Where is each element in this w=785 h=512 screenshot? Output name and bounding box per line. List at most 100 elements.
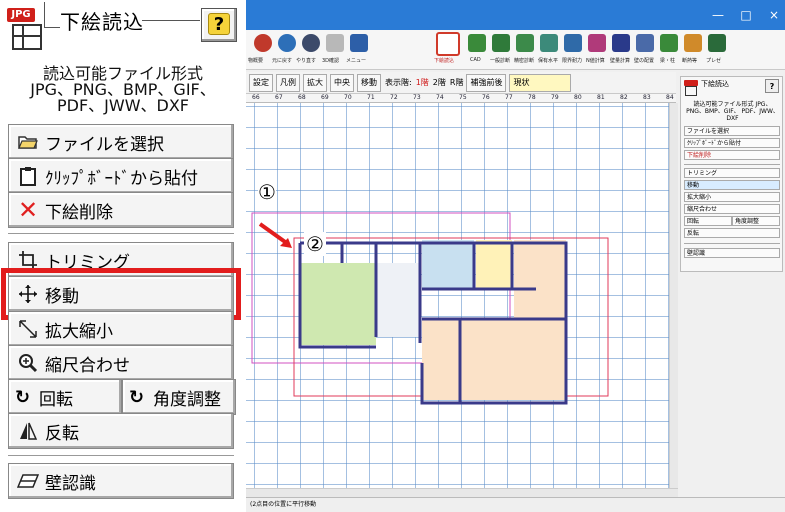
limit-strength-icon[interactable] bbox=[564, 34, 582, 52]
settings-button[interactable]: 設定 bbox=[249, 73, 273, 92]
insulation-icon[interactable] bbox=[684, 34, 702, 52]
ruler-tick-label: 83 bbox=[643, 94, 651, 101]
side-wall-recognition-button[interactable]: 壁認識 bbox=[684, 248, 780, 258]
status-button[interactable]: 現状 bbox=[509, 73, 572, 92]
horizontal-scrollbar[interactable] bbox=[246, 488, 678, 497]
floor2-radio[interactable]: 2階 bbox=[433, 77, 446, 88]
ruler-tick-label: 72 bbox=[390, 94, 398, 101]
side-scale-button[interactable]: 拡大縮小 bbox=[684, 192, 780, 202]
pointer-arrow-icon bbox=[258, 222, 292, 248]
maximize-button[interactable]: □ bbox=[736, 6, 756, 24]
n-value-icon[interactable] bbox=[588, 34, 606, 52]
image-icon bbox=[12, 24, 42, 50]
toolbar-label: 壁量計算 bbox=[610, 58, 631, 64]
delete-underlay-button[interactable]: ✕ 下絵削除 bbox=[8, 192, 234, 228]
toolbar-label: 3D確認 bbox=[322, 58, 340, 64]
ruler-tick-label: 81 bbox=[597, 94, 605, 101]
room-blue bbox=[422, 240, 474, 288]
zoom-button[interactable]: 拡大 bbox=[303, 73, 327, 92]
flip-label: 反転 bbox=[45, 423, 79, 444]
side-separator bbox=[684, 243, 780, 244]
resize-icon bbox=[17, 318, 39, 340]
underlay-load-icon[interactable] bbox=[436, 32, 460, 56]
angle-adjust-button[interactable]: ↻ 角度調整 bbox=[122, 379, 236, 415]
minimize-button[interactable]: — bbox=[708, 6, 728, 24]
toolbar-label: 一般診断 bbox=[490, 58, 511, 64]
toolbar-label: メニュー bbox=[346, 58, 367, 64]
legend-button[interactable]: 凡例 bbox=[276, 73, 300, 92]
horizontal-strength-icon[interactable] bbox=[540, 34, 558, 52]
wall-layout-icon[interactable] bbox=[636, 34, 654, 52]
side-delete-underlay-button[interactable]: 下絵削除 bbox=[684, 150, 780, 160]
rotate-button[interactable]: ↻ 回転 bbox=[8, 379, 122, 415]
side-paste-clipboard-button[interactable]: ｸﾘｯﾌﾟﾎﾞｰﾄﾞから貼付 bbox=[684, 138, 780, 148]
separator bbox=[8, 455, 234, 457]
flip-button[interactable]: 反転 bbox=[8, 413, 234, 449]
floor1-radio[interactable]: 1階 bbox=[416, 77, 429, 88]
close-button[interactable]: × bbox=[764, 6, 784, 24]
center-button[interactable]: 中央 bbox=[330, 73, 354, 92]
help-button[interactable]: ? bbox=[201, 8, 237, 42]
callout-two: ② bbox=[304, 232, 326, 256]
ruler-tick-label: 75 bbox=[459, 94, 467, 101]
scale-button[interactable]: 拡大縮小 bbox=[8, 311, 234, 347]
precise-diagnosis-icon[interactable] bbox=[516, 34, 534, 52]
toolbar-label: N値計算 bbox=[586, 58, 605, 64]
select-file-button[interactable]: ファイルを選択 bbox=[8, 124, 234, 160]
left-panel-zoom: JPG 下絵読込 ? 読込可能ファイル形式 JPG、PNG、BMP、GIF、 P… bbox=[0, 0, 246, 512]
panel-title-line bbox=[142, 20, 200, 21]
menu-icon[interactable] bbox=[350, 34, 368, 52]
ruler-tick-label: 71 bbox=[367, 94, 375, 101]
toolbar-label: 精密診断 bbox=[514, 58, 535, 64]
vertical-scrollbar[interactable] bbox=[669, 103, 678, 488]
scale-label: 拡大縮小 bbox=[45, 321, 113, 342]
pan-button[interactable]: 移動 bbox=[357, 73, 381, 92]
side-fit-scale-button[interactable]: 縮尺合わせ bbox=[684, 204, 780, 214]
toolbar-label: 断熱等 bbox=[682, 58, 698, 64]
ruler-tick-label: 69 bbox=[321, 94, 329, 101]
side-move-button[interactable]: 移動 bbox=[684, 180, 780, 190]
jpg-badge-icon: JPG bbox=[7, 8, 35, 22]
general-diagnosis-icon[interactable] bbox=[492, 34, 510, 52]
wall-recognition-button[interactable]: 壁認識 bbox=[8, 463, 234, 499]
wall-quantity-icon[interactable] bbox=[612, 34, 630, 52]
fit-scale-button[interactable]: 縮尺合わせ bbox=[8, 345, 234, 381]
ruler-tick-label: 77 bbox=[505, 94, 513, 101]
application-window: — □ × 物概要 元に戻す やり直す 3D確認 メニュー 下絵読込 CAD 一… bbox=[246, 0, 785, 512]
room-green bbox=[300, 263, 376, 345]
side-trimming-button[interactable]: トリミング bbox=[684, 168, 780, 178]
main-toolbar: 物概要 元に戻す やり直す 3D確認 メニュー 下絵読込 CAD 一般診断 精密… bbox=[246, 30, 785, 70]
reinforce-toggle[interactable]: 補強前後 bbox=[466, 73, 507, 92]
rotate-label: 回転 bbox=[39, 389, 73, 410]
paste-clipboard-button[interactable]: ｸﾘｯﾌﾟﾎﾞｰﾄﾞから貼付 bbox=[8, 158, 234, 194]
ruler-tick-label: 76 bbox=[482, 94, 490, 101]
panel-frame-divider bbox=[44, 2, 60, 28]
3d-view-icon[interactable] bbox=[326, 34, 344, 52]
separator bbox=[8, 233, 234, 235]
side-rotate-button[interactable]: 回転 bbox=[684, 216, 732, 226]
toolbar-label: 下絵読込 bbox=[434, 58, 455, 64]
side-select-file-button[interactable]: ファイルを選択 bbox=[684, 126, 780, 136]
view-options-bar: 設定 凡例 拡大 中央 移動 表示階: 1階 2階 R階 補強前後 現状 bbox=[246, 72, 676, 94]
cad-icon[interactable] bbox=[468, 34, 486, 52]
redo-icon[interactable] bbox=[302, 34, 320, 52]
side-panel-title: 下絵読込 bbox=[701, 80, 729, 88]
side-angle-adjust-button[interactable]: 角度調整 bbox=[732, 216, 780, 226]
formats-list-2: PDF、JWW、DXF bbox=[56, 96, 190, 115]
undo-icon[interactable] bbox=[278, 34, 296, 52]
floor-plan bbox=[251, 212, 609, 405]
side-flip-button[interactable]: 反転 bbox=[684, 228, 780, 238]
toolbar-label: 保有水平 bbox=[538, 58, 559, 64]
presentation-icon[interactable] bbox=[708, 34, 726, 52]
fit-scale-label: 縮尺合わせ bbox=[45, 355, 130, 376]
floorR-radio[interactable]: R階 bbox=[450, 77, 464, 88]
ruler-tick-label: 80 bbox=[574, 94, 582, 101]
ruler-tick-label: 73 bbox=[413, 94, 421, 101]
beam-column-icon[interactable] bbox=[660, 34, 678, 52]
select-file-label: ファイルを選択 bbox=[45, 134, 164, 155]
side-formats-text: 読込可能ファイル形式 JPG、PNG、BMP、GIF、 PDF、JWW、DXF bbox=[686, 101, 779, 122]
toolbar-label: 限界耐力 bbox=[562, 58, 583, 64]
overview-icon[interactable] bbox=[254, 34, 272, 52]
side-help-button[interactable]: ? bbox=[765, 79, 779, 93]
callout-one: ① bbox=[258, 180, 276, 204]
